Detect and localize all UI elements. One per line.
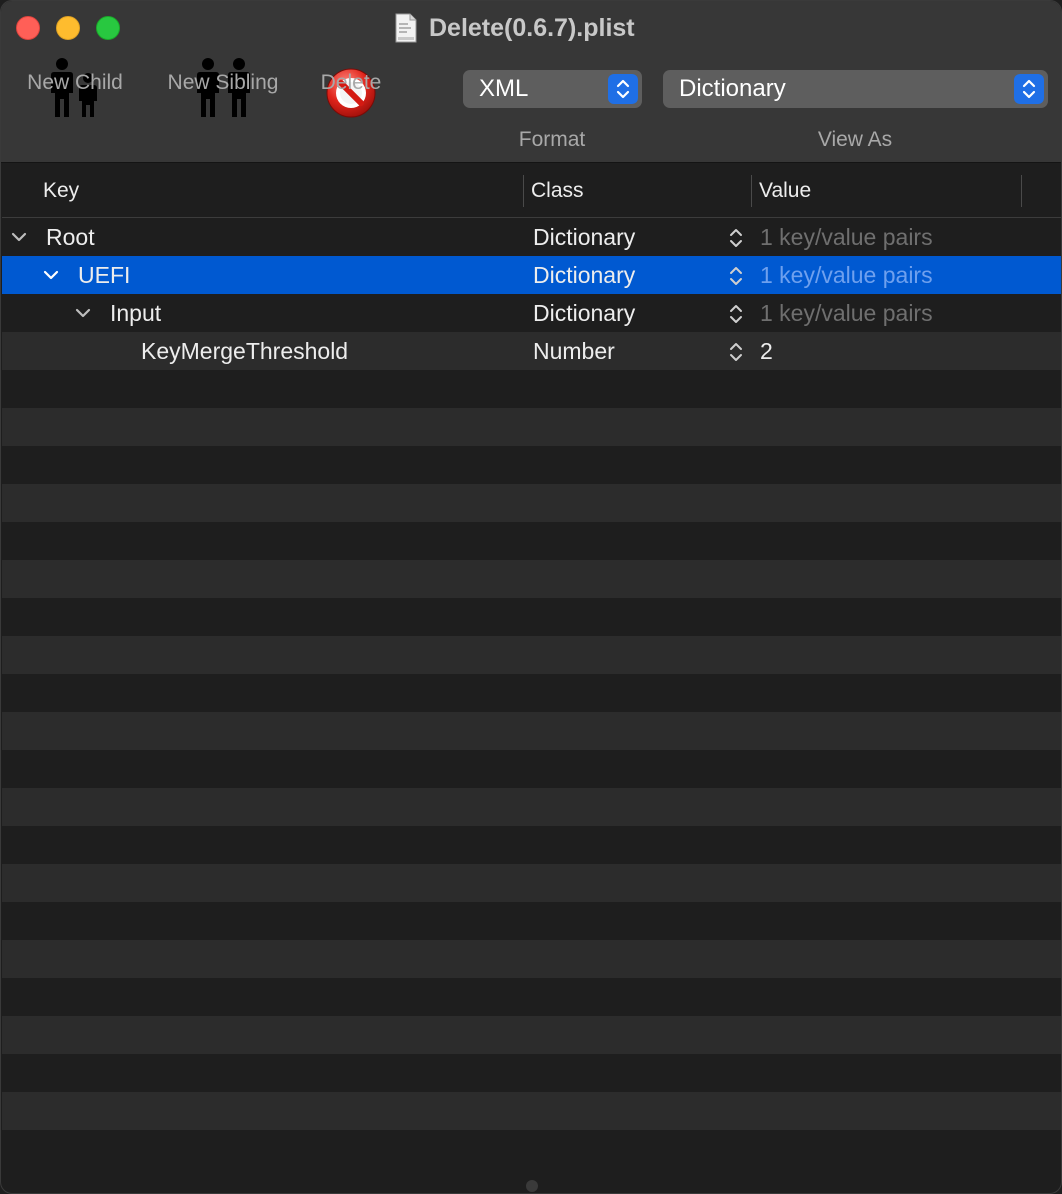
row-value: 1 key/value pairs xyxy=(760,224,933,250)
column-header-class[interactable]: Class xyxy=(531,179,584,203)
row-key[interactable]: Root xyxy=(46,218,95,256)
empty-row xyxy=(2,370,1061,408)
delete-label: Delete xyxy=(320,71,382,94)
zoom-window-button[interactable] xyxy=(96,16,120,40)
window-title: Delete(0.6.7).plist xyxy=(429,13,635,42)
table-row[interactable]: Input Dictionary 1 key/value pairs xyxy=(2,294,1061,332)
new-child-label: New Child xyxy=(27,71,123,94)
close-window-button[interactable] xyxy=(16,16,40,40)
chevron-updown-icon xyxy=(608,74,638,104)
row-key[interactable]: UEFI xyxy=(78,256,130,294)
class-stepper-icon[interactable] xyxy=(728,265,744,287)
row-class[interactable]: Dictionary xyxy=(533,256,635,294)
column-header-key[interactable]: Key xyxy=(43,179,79,203)
row-key[interactable]: KeyMergeThreshold xyxy=(141,332,348,370)
row-class[interactable]: Dictionary xyxy=(533,218,635,256)
empty-row xyxy=(2,712,1061,750)
empty-row xyxy=(2,1130,1061,1168)
table-row[interactable]: KeyMergeThreshold Number 2 xyxy=(2,332,1061,370)
view-as-popup-value: Dictionary xyxy=(679,75,786,102)
empty-row xyxy=(2,1092,1061,1130)
empty-row xyxy=(2,940,1061,978)
row-value: 1 key/value pairs xyxy=(760,262,933,288)
chevron-down-icon[interactable] xyxy=(42,256,60,294)
chevron-updown-icon xyxy=(1014,74,1044,104)
empty-row xyxy=(2,978,1061,1016)
empty-row xyxy=(2,446,1061,484)
class-stepper-icon[interactable] xyxy=(728,341,744,363)
window-title-bar: Delete(0.6.7).plist xyxy=(395,9,635,47)
view-as-popup[interactable]: Dictionary xyxy=(663,70,1048,108)
column-header-value[interactable]: Value xyxy=(759,179,811,203)
empty-row xyxy=(2,1016,1061,1054)
class-stepper-icon[interactable] xyxy=(728,303,744,325)
class-stepper-icon[interactable] xyxy=(728,227,744,249)
column-divider[interactable] xyxy=(751,175,752,207)
row-value: 1 key/value pairs xyxy=(760,300,933,326)
empty-row xyxy=(2,522,1061,560)
empty-row xyxy=(2,750,1061,788)
empty-row xyxy=(2,902,1061,940)
chevron-down-icon[interactable] xyxy=(10,218,28,256)
plist-file-icon xyxy=(395,13,417,43)
empty-row xyxy=(2,598,1061,636)
empty-row xyxy=(2,788,1061,826)
row-class[interactable]: Number xyxy=(533,332,615,370)
format-popup[interactable]: XML xyxy=(463,70,642,108)
table-row[interactable]: UEFI Dictionary 1 key/value pairs xyxy=(2,256,1061,294)
empty-row xyxy=(2,636,1061,674)
row-value[interactable]: 2 xyxy=(760,332,773,370)
toolbar: Delete(0.6.7).plist New Child New Siblin… xyxy=(1,1,1061,163)
empty-row xyxy=(2,484,1061,522)
resize-handle[interactable] xyxy=(526,1180,538,1192)
empty-row xyxy=(2,560,1061,598)
row-key[interactable]: Input xyxy=(110,294,161,332)
table-header: Key Class Value xyxy=(2,163,1061,218)
empty-row xyxy=(2,864,1061,902)
row-class[interactable]: Dictionary xyxy=(533,294,635,332)
minimize-window-button[interactable] xyxy=(56,16,80,40)
empty-row xyxy=(2,408,1061,446)
chevron-down-icon[interactable] xyxy=(74,294,92,332)
empty-row xyxy=(2,1054,1061,1092)
plist-editor-window: Delete(0.6.7).plist New Child New Siblin… xyxy=(0,0,1062,1194)
view-as-label: View As xyxy=(817,128,893,151)
plist-outline-table: Key Class Value Root Dictionary 1 key/valu… xyxy=(2,163,1061,1193)
new-sibling-label: New Sibling xyxy=(167,71,279,94)
empty-row xyxy=(2,674,1061,712)
format-label: Format xyxy=(518,128,586,151)
format-popup-value: XML xyxy=(479,75,529,102)
table-row[interactable]: Root Dictionary 1 key/value pairs xyxy=(2,218,1061,256)
column-divider[interactable] xyxy=(523,175,524,207)
table-rows: Root Dictionary 1 key/value pairs UEFI Dicti… xyxy=(2,218,1061,1168)
column-divider[interactable] xyxy=(1021,175,1022,207)
empty-row xyxy=(2,826,1061,864)
